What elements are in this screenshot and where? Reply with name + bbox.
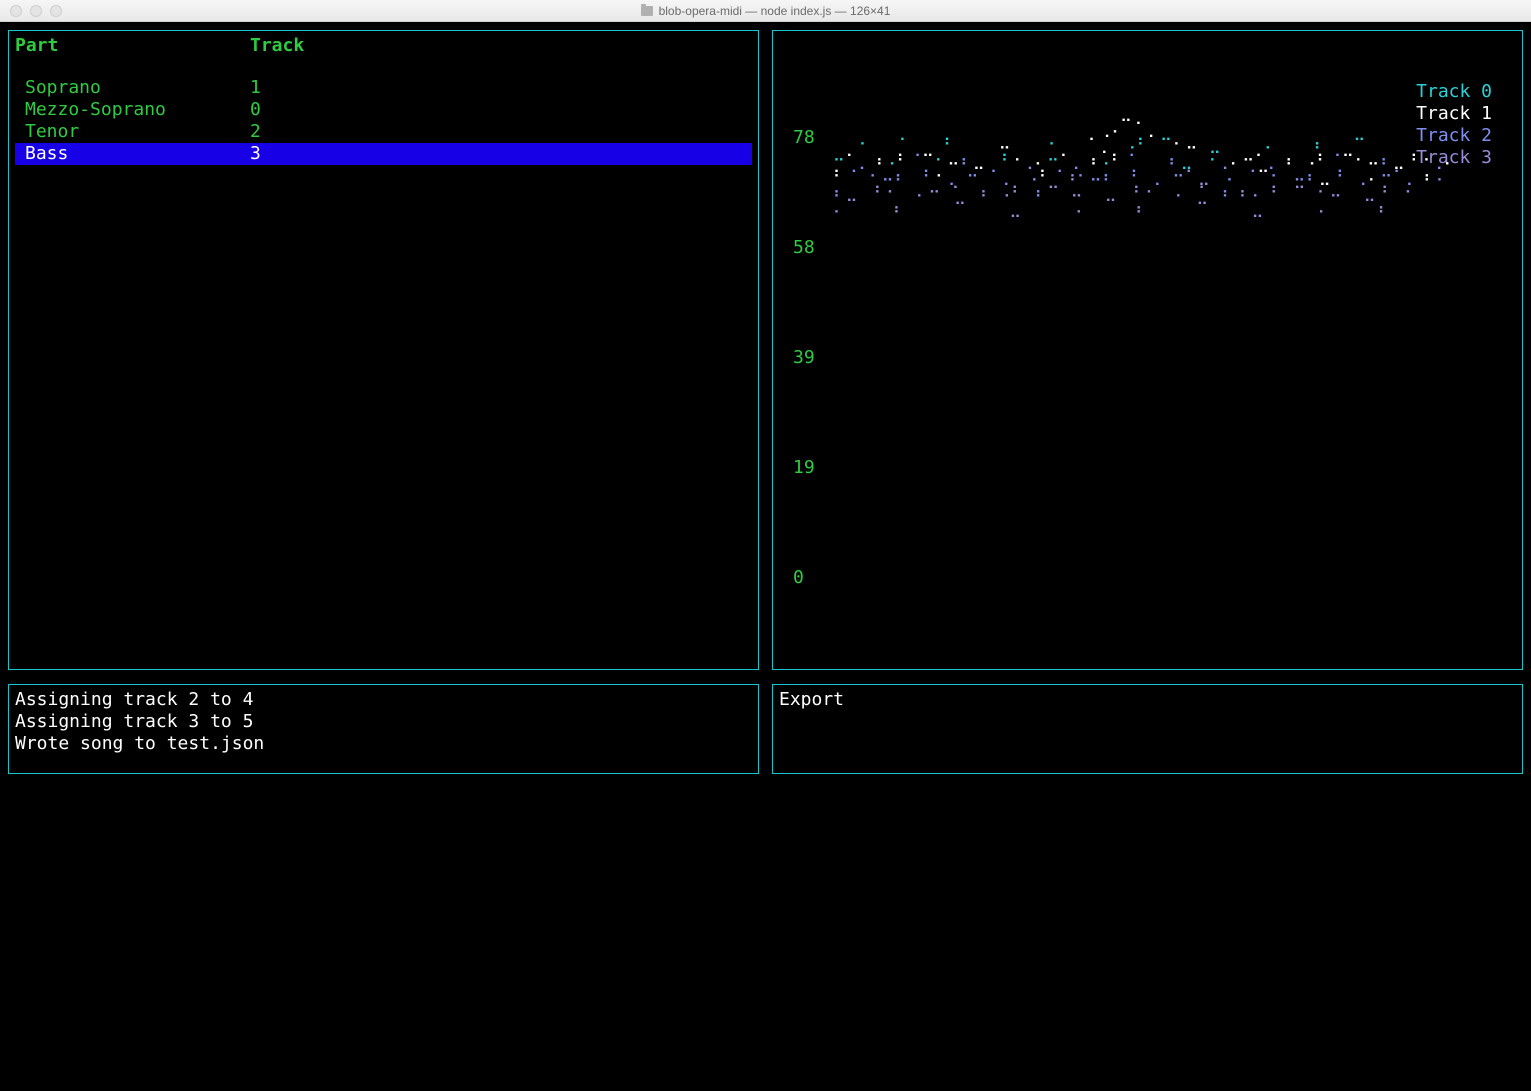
y-axis-tick: 39 [793, 347, 815, 369]
export-label: Export [779, 689, 844, 710]
parts-header-track: Track [250, 35, 304, 57]
parts-list[interactable]: Soprano1Mezzo-Soprano0Tenor2Bass3 [15, 77, 752, 165]
log-panel: Assigning track 2 to 4Assigning track 3 … [8, 684, 759, 774]
window-title-text: blob-opera-midi — node index.js — 126×41 [659, 0, 891, 22]
log-line: Wrote song to test.json [15, 733, 752, 755]
parts-row[interactable]: Bass3 [15, 143, 752, 165]
parts-row-track: 2 [250, 121, 261, 143]
parts-row-part: Mezzo-Soprano [25, 99, 250, 121]
y-axis-tick: 58 [793, 237, 815, 259]
export-panel[interactable]: Export [772, 684, 1523, 774]
log-line: Assigning track 3 to 5 [15, 711, 752, 733]
traffic-lights [0, 5, 62, 17]
zoom-window-icon[interactable] [50, 5, 62, 17]
y-axis-tick: 19 [793, 457, 815, 479]
parts-row-part: Bass [25, 143, 250, 165]
parts-row-track: 1 [250, 77, 261, 99]
legend-item: Track 0 [1416, 81, 1492, 103]
parts-row[interactable]: Soprano1 [15, 77, 752, 99]
parts-row-track: 0 [250, 99, 261, 121]
y-axis-tick: 0 [793, 567, 804, 589]
parts-row-part: Soprano [25, 77, 250, 99]
parts-row[interactable]: Tenor2 [15, 121, 752, 143]
parts-header-part: Part [15, 35, 250, 57]
parts-row-part: Tenor [25, 121, 250, 143]
folder-icon [641, 6, 653, 16]
parts-row[interactable]: Mezzo-Soprano0 [15, 99, 752, 121]
chart-panel: Track 0Track 1Track 2Track 3 785839190 ⣀… [772, 30, 1523, 670]
window-title: blob-opera-midi — node index.js — 126×41 [0, 0, 1531, 22]
log-line: Assigning track 2 to 4 [15, 689, 752, 711]
parts-panel: Part Track Soprano1Mezzo-Soprano0Tenor2B… [8, 30, 759, 670]
close-window-icon[interactable] [10, 5, 22, 17]
window-titlebar: blob-opera-midi — node index.js — 126×41 [0, 0, 1531, 22]
y-axis-tick: 78 [793, 127, 815, 149]
parts-header: Part Track [15, 35, 752, 57]
minimize-window-icon[interactable] [30, 5, 42, 17]
ascii-chart: ⣀ ⢀⠄ ⠁⡀ ⠐ ⠁ ⠃ ⠤ ⠐ ⠁⡀ ⠠⠃ ⠉⠂⠤ ⣀ ⠄ ⠰ ⠉ ⠒⠁⡀⠰… [833, 105, 1456, 361]
terminal-area: Part Track Soprano1Mezzo-Soprano0Tenor2B… [0, 22, 1531, 1091]
parts-row-track: 3 [250, 143, 261, 165]
